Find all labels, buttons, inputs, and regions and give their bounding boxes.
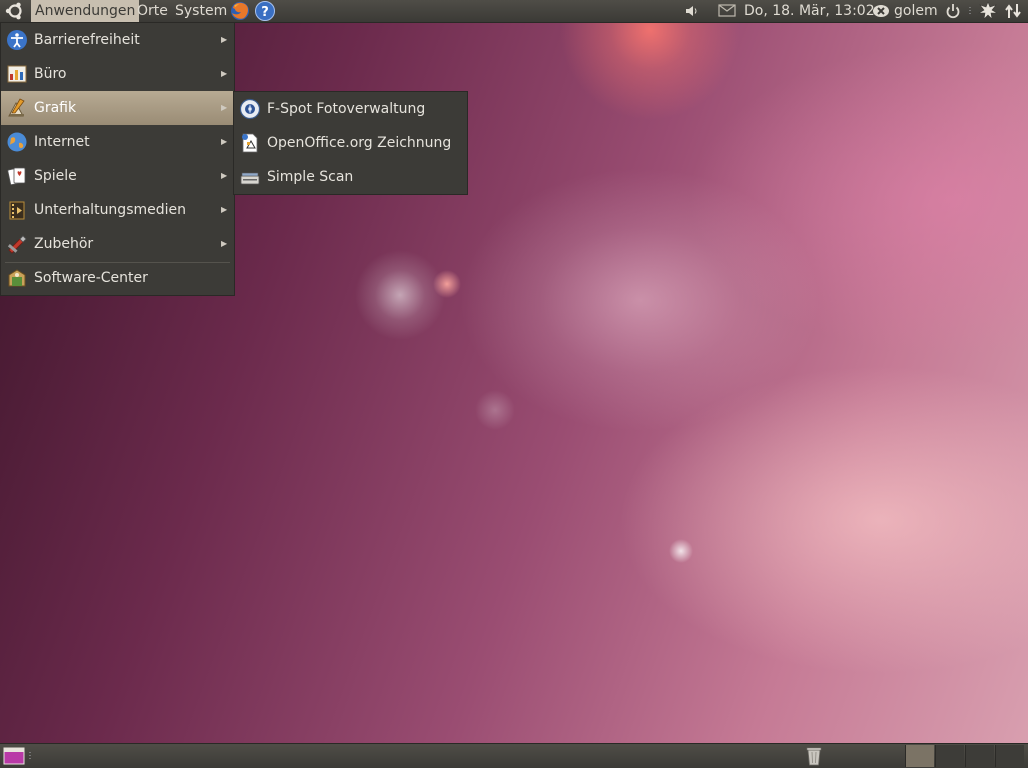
grafik-submenu: F-Spot Fotoverwaltung OpenOffice.org Zei… xyxy=(233,91,468,195)
menu-item-label: Grafik xyxy=(34,100,77,116)
menu-item-label: Simple Scan xyxy=(267,169,354,185)
power-icon[interactable] xyxy=(944,0,962,22)
user-status-icon[interactable] xyxy=(871,0,891,22)
show-desktop-icon[interactable] xyxy=(3,746,25,766)
submenu-arrow-icon: ▶ xyxy=(221,137,228,146)
submenu-arrow-icon: ▶ xyxy=(221,35,228,44)
software-center-icon xyxy=(8,269,26,287)
games-cards-icon xyxy=(7,167,26,186)
accessories-icon xyxy=(7,235,27,254)
menu-item-internet[interactable]: Internet ▶ xyxy=(1,125,234,159)
graphics-icon xyxy=(8,98,25,117)
menu-item-simple-scan[interactable]: Simple Scan xyxy=(234,160,467,194)
bottom-panel xyxy=(0,743,1028,768)
draw-icon xyxy=(242,133,258,153)
office-icon xyxy=(7,65,27,83)
menu-system[interactable]: System xyxy=(175,0,227,22)
update-notifier-icon[interactable] xyxy=(977,0,999,22)
submenu-arrow-icon: ▶ xyxy=(221,103,228,112)
submenu-arrow-icon: ▶ xyxy=(221,69,228,78)
menu-item-label: Software-Center xyxy=(34,270,148,286)
trash-icon[interactable] xyxy=(804,745,824,767)
menu-item-openoffice-draw[interactable]: OpenOffice.org Zeichnung xyxy=(234,126,467,160)
ubuntu-logo-icon[interactable] xyxy=(4,1,26,21)
menu-item-label: F-Spot Fotoverwaltung xyxy=(267,101,426,117)
workspace-4[interactable] xyxy=(995,745,1024,767)
top-panel: Anwendungen Orte System ? Do, 18. Mär, 1… xyxy=(0,0,1028,23)
menu-item-label: Unterhaltungsmedien xyxy=(34,202,187,218)
submenu-arrow-icon: ▶ xyxy=(221,205,228,214)
menu-item-barrierefreiheit[interactable]: Barrierefreiheit ▶ xyxy=(1,23,234,57)
desktop[interactable]: Anwendungen Orte System ? Do, 18. Mär, 1… xyxy=(0,0,1028,768)
help-icon[interactable]: ? xyxy=(254,0,276,22)
panel-handle-icon[interactable] xyxy=(968,0,972,22)
accessibility-icon xyxy=(7,30,27,50)
workspace-1[interactable] xyxy=(905,745,934,767)
f-spot-icon xyxy=(239,98,261,120)
menu-item-label: OpenOffice.org Zeichnung xyxy=(267,135,452,151)
menu-item-label: Spiele xyxy=(34,168,77,184)
submenu-arrow-icon: ▶ xyxy=(221,239,228,248)
svg-text:?: ? xyxy=(261,5,269,20)
menu-item-zubehoer[interactable]: Zubehör ▶ xyxy=(1,227,234,261)
menu-item-spiele[interactable]: Spiele ▶ xyxy=(1,159,234,193)
multimedia-icon xyxy=(9,201,25,220)
firefox-icon[interactable] xyxy=(229,0,251,22)
menu-item-unterhaltungsmedien[interactable]: Unterhaltungsmedien ▶ xyxy=(1,193,234,227)
menu-item-f-spot[interactable]: F-Spot Fotoverwaltung xyxy=(234,92,467,126)
applications-menu: Barrierefreiheit ▶ Büro ▶ Grafik ▶ Inter… xyxy=(0,23,235,296)
panel-handle-icon[interactable] xyxy=(28,746,32,766)
menu-item-software-center[interactable]: Software-Center xyxy=(1,261,234,295)
scanner-icon xyxy=(240,172,260,185)
network-icon[interactable] xyxy=(1003,0,1023,22)
mail-icon[interactable] xyxy=(717,0,737,22)
user-name[interactable]: golem xyxy=(894,0,938,22)
menu-orte[interactable]: Orte xyxy=(137,0,168,22)
submenu-arrow-icon: ▶ xyxy=(221,171,228,180)
workspace-3[interactable] xyxy=(965,745,994,767)
internet-globe-icon xyxy=(7,132,27,152)
menu-item-buero[interactable]: Büro ▶ xyxy=(1,57,234,91)
menu-item-label: Barrierefreiheit xyxy=(34,32,140,48)
menu-anwendungen[interactable]: Anwendungen xyxy=(31,0,140,22)
menu-item-label: Büro xyxy=(34,66,67,82)
menu-item-label: Zubehör xyxy=(34,236,94,252)
menu-item-grafik[interactable]: Grafik ▶ xyxy=(1,91,234,125)
clock[interactable]: Do, 18. Mär, 13:02 xyxy=(744,0,875,22)
menu-item-label: Internet xyxy=(34,134,90,150)
volume-icon[interactable] xyxy=(683,0,699,22)
workspace-2[interactable] xyxy=(935,745,964,767)
